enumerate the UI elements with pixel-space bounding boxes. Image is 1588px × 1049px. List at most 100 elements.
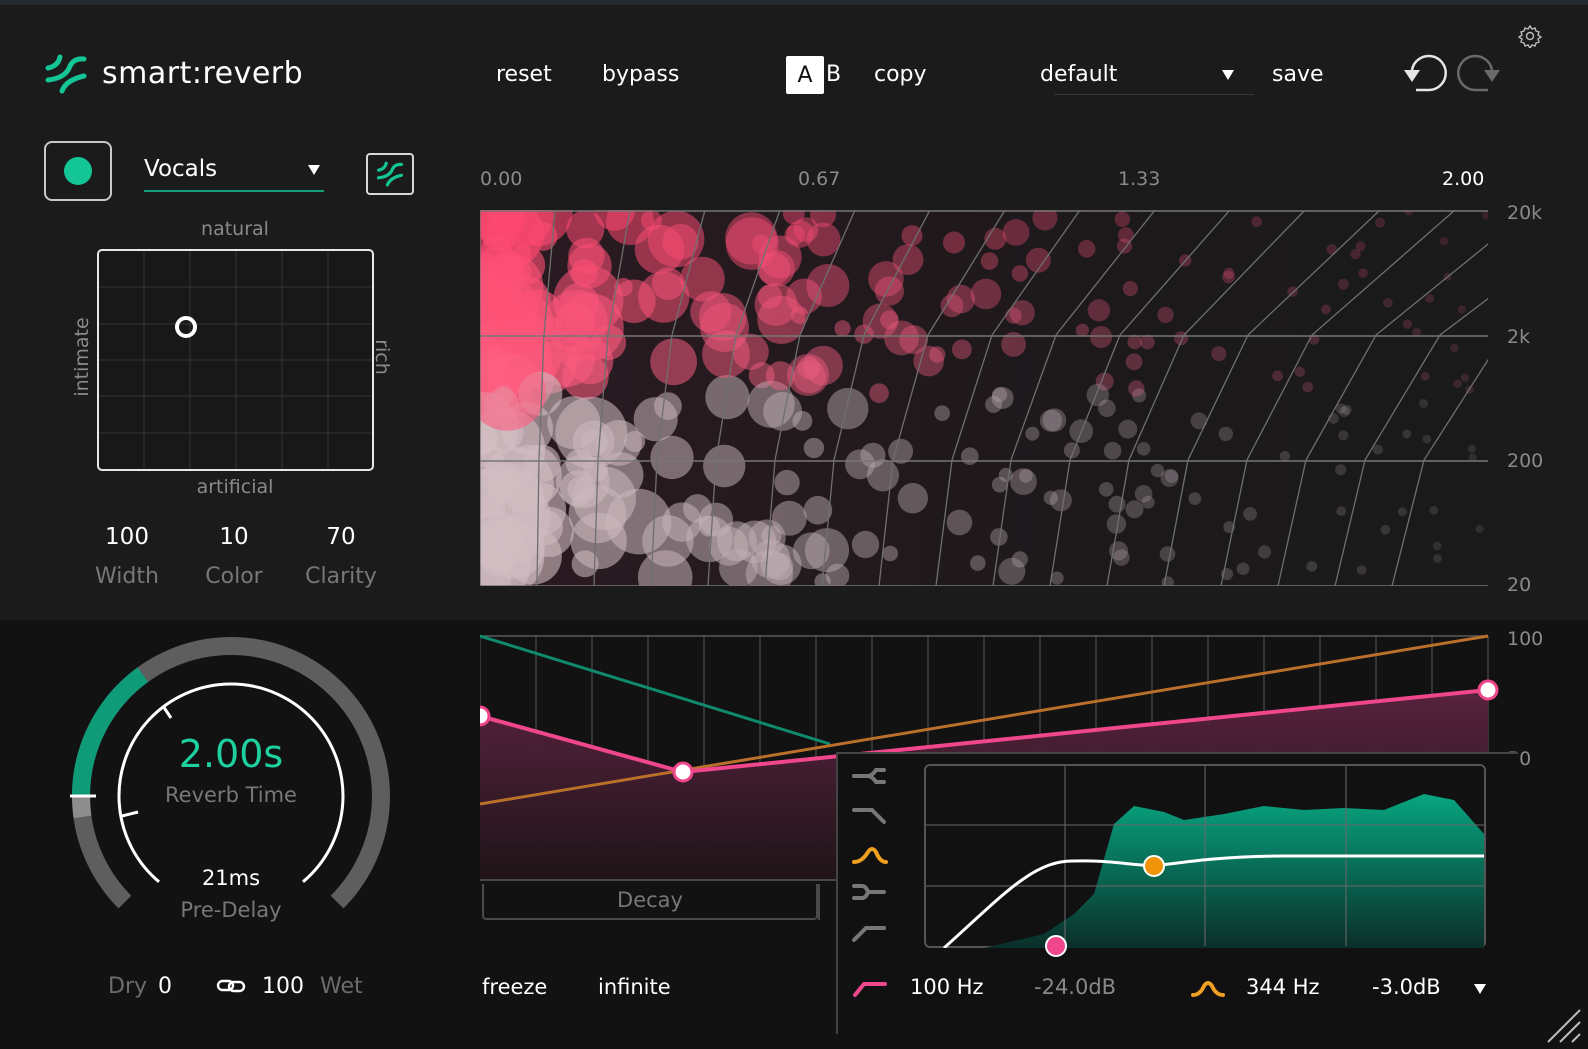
spectrogram-bubble: [702, 330, 750, 379]
next-tab-edge[interactable]: [818, 884, 830, 920]
spectrogram-bubble: [943, 231, 965, 254]
low-shelf-icon[interactable]: [852, 926, 886, 942]
ab-a-button[interactable]: A: [786, 56, 824, 94]
profile-dropdown[interactable]: Vocals: [144, 152, 324, 192]
band2-freq[interactable]: 344 Hz: [1246, 975, 1320, 999]
reset-button[interactable]: reset: [496, 62, 552, 87]
spectrogram-bubble: [662, 502, 702, 542]
band1-freq[interactable]: 100 Hz: [910, 975, 984, 999]
link-icon[interactable]: [216, 978, 246, 998]
eq-graph[interactable]: [924, 764, 1486, 948]
freq-tick: 2k: [1507, 326, 1531, 348]
spectrogram-bubble: [1339, 406, 1350, 418]
spectrogram-bubble: [1011, 265, 1029, 282]
spectrogram-bubble: [827, 387, 869, 430]
save-button[interactable]: save: [1272, 62, 1324, 87]
band-chevron-down-icon[interactable]: [1474, 984, 1486, 994]
freeze-button[interactable]: freeze: [482, 975, 547, 999]
spectrogram-bubble: [970, 555, 986, 571]
high-cut-icon[interactable]: [852, 884, 886, 900]
spectrogram-bubble: [991, 476, 1008, 493]
wet-label: Wet: [320, 974, 363, 999]
gear-icon[interactable]: [1517, 24, 1543, 52]
xy-label-right: rich: [371, 339, 393, 375]
spectrogram-bubble: [1382, 297, 1393, 308]
low-cut-icon[interactable]: [852, 768, 886, 784]
spectrogram-bubble: [774, 469, 800, 496]
spectrogram-bubble: [1350, 248, 1361, 260]
color-value[interactable]: 10: [179, 524, 289, 550]
spectrogram-bubble: [1251, 216, 1263, 228]
infinite-button[interactable]: infinite: [598, 975, 671, 999]
spectrogram-bubble: [1157, 306, 1174, 324]
spectrogram-bubble: [1335, 464, 1347, 476]
spectrogram-bubble: [880, 310, 899, 330]
bell-icon[interactable]: [852, 847, 888, 864]
spectrogram-bubble: [1103, 441, 1122, 460]
spectrogram-bubble: [834, 320, 851, 337]
color-label: Color: [205, 564, 263, 589]
spectrogram-bubble: [882, 545, 898, 562]
spectrogram-bubble: [1432, 541, 1442, 551]
redo-icon[interactable]: [1454, 52, 1502, 100]
spectrogram-bubble: [1077, 240, 1096, 258]
spectrogram-bubble: [1356, 565, 1367, 575]
spectrogram-bubble: [1125, 353, 1143, 371]
spectrogram-bubble: [970, 278, 1002, 310]
decay-node[interactable]: [480, 705, 491, 727]
learn-button[interactable]: [366, 153, 414, 195]
spectrogram-bubble: [1420, 371, 1430, 381]
band2-gain[interactable]: -3.0dB: [1372, 975, 1441, 999]
power-button[interactable]: [44, 141, 112, 201]
spectrogram-bubble: [1429, 505, 1439, 515]
decay-tab[interactable]: Decay: [482, 884, 818, 920]
high-shelf-icon[interactable]: [852, 808, 886, 824]
eq-band2-handle[interactable]: [1143, 855, 1165, 877]
dry-value[interactable]: 0: [158, 974, 172, 999]
time-tick: 1.33: [1118, 168, 1161, 190]
knob-tick-1: [161, 705, 173, 719]
width-value[interactable]: 100: [72, 524, 182, 550]
decay-node[interactable]: [1477, 679, 1499, 701]
wet-value[interactable]: 100: [262, 974, 304, 999]
spectrogram-bubble: [1272, 370, 1283, 382]
spectrogram-bubble: [719, 548, 758, 586]
decay-tab-label: Decay: [617, 888, 683, 912]
app-logo-icon: [44, 54, 88, 98]
freq-tick: 20: [1507, 574, 1532, 596]
spectrogram-bubble: [570, 512, 627, 570]
knob-tick-2: [121, 810, 139, 818]
pre-delay-value[interactable]: 21ms: [131, 866, 331, 890]
spectrogram-bubble: [1375, 217, 1386, 228]
spectrogram-bubble: [1453, 379, 1462, 388]
ab-b-button[interactable]: B: [826, 62, 841, 87]
spectrogram-bubble: [765, 361, 795, 391]
spectrogram-bubble: [1002, 219, 1030, 246]
clarity-value[interactable]: 70: [286, 524, 396, 550]
spectrogram-bubble: [1321, 304, 1331, 315]
resize-handle-icon[interactable]: [1546, 1008, 1582, 1048]
copy-button[interactable]: copy: [874, 62, 927, 87]
spectrogram-bubble: [1402, 429, 1412, 439]
band1-gain[interactable]: -24.0dB: [1034, 975, 1116, 999]
spectrogram-bubble: [897, 483, 928, 514]
spectrogram-bubble: [1211, 346, 1227, 362]
bypass-button[interactable]: bypass: [602, 62, 679, 87]
spectrogram-bubble: [1118, 419, 1138, 439]
bell-orange-icon: [1190, 978, 1226, 1002]
spectrogram-bubble: [771, 500, 807, 536]
power-indicator-icon: [64, 157, 92, 185]
spectrogram-bubble: [1010, 468, 1037, 495]
spectrogram-bubble: [784, 224, 805, 246]
decay-node[interactable]: [672, 761, 694, 783]
spectrogram-bubble: [888, 438, 914, 464]
eq-band1-handle[interactable]: [1044, 934, 1068, 958]
spectrogram-bubble: [1087, 299, 1111, 322]
learn-logo-icon: [376, 161, 404, 187]
spectrogram-bubble: [1140, 334, 1155, 350]
xy-pad[interactable]: [97, 249, 374, 471]
spectrogram-bubble: [1279, 450, 1290, 462]
low-cut-pink-icon: [852, 978, 888, 1002]
undo-icon[interactable]: [1402, 52, 1450, 100]
preset-dropdown[interactable]: default: [1040, 58, 1254, 95]
